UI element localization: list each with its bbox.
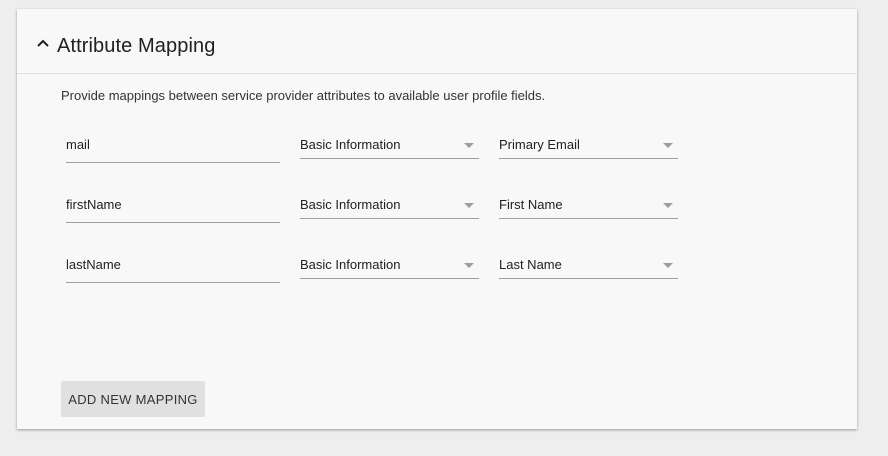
profile-field-select-value: Primary Email (499, 137, 580, 152)
chevron-up-icon[interactable] (37, 38, 49, 48)
dropdown-arrow-icon (663, 143, 673, 148)
profile-field-select[interactable]: First Name (499, 185, 678, 219)
section-title: Attribute Mapping (57, 35, 216, 57)
mapping-row: Basic Information First Name (17, 185, 857, 225)
category-select[interactable]: Basic Information (300, 185, 479, 219)
profile-field-select-value: First Name (499, 197, 563, 212)
category-select-value: Basic Information (300, 137, 401, 152)
attribute-field[interactable] (66, 125, 280, 163)
mapping-row: Basic Information Last Name (17, 245, 857, 285)
mapping-row: Basic Information Primary Email (17, 125, 857, 165)
category-select[interactable]: Basic Information (300, 245, 479, 279)
dropdown-arrow-icon (464, 263, 474, 268)
attribute-mapping-card: Attribute Mapping Provide mappings betwe… (17, 9, 857, 429)
category-select[interactable]: Basic Information (300, 125, 479, 159)
add-new-mapping-button[interactable]: ADD NEW MAPPING (61, 381, 205, 417)
attribute-input[interactable] (66, 257, 280, 273)
attribute-field[interactable] (66, 245, 280, 283)
dropdown-arrow-icon (464, 143, 474, 148)
profile-field-select-value: Last Name (499, 257, 562, 272)
dropdown-arrow-icon (663, 203, 673, 208)
attribute-input[interactable] (66, 197, 280, 213)
category-select-value: Basic Information (300, 257, 401, 272)
attribute-input[interactable] (66, 137, 280, 153)
section-description: Provide mappings between service provide… (61, 88, 546, 103)
section-header[interactable]: Attribute Mapping (17, 9, 857, 74)
profile-field-select[interactable]: Primary Email (499, 125, 678, 159)
dropdown-arrow-icon (464, 203, 474, 208)
profile-field-select[interactable]: Last Name (499, 245, 678, 279)
category-select-value: Basic Information (300, 197, 401, 212)
attribute-field[interactable] (66, 185, 280, 223)
dropdown-arrow-icon (663, 263, 673, 268)
